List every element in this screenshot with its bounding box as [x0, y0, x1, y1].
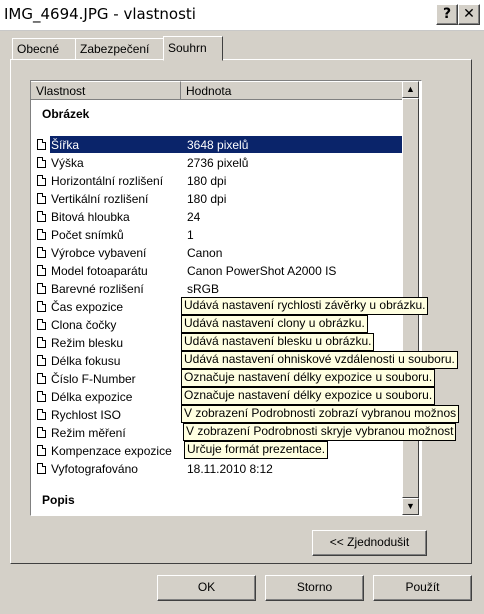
property-name: Kompenzace expozice: [51, 444, 172, 458]
apply-label: Použít: [405, 580, 440, 594]
list-row[interactable]: Horizontální rozlišení 180 dpi: [31, 172, 403, 190]
tooltip: Označuje nastavení délky expozice u soub…: [181, 387, 436, 405]
property-value: Canon: [187, 246, 223, 260]
tab-general[interactable]: Obecné: [12, 38, 80, 59]
property-icon: [37, 229, 46, 240]
tooltip: Určuje formát prezentace.: [184, 441, 329, 459]
property-icon: [37, 139, 46, 150]
column-header-value-label: Hodnota: [186, 84, 232, 98]
property-name: Barevné rozlišení: [51, 282, 144, 296]
property-icon: [37, 265, 46, 276]
ok-label: OK: [197, 580, 216, 594]
property-value: 18.11.2010 8:12: [187, 462, 273, 476]
tooltip: Udává nastavení blesku u obrázku.: [181, 333, 375, 351]
column-header-property-label: Vlastnost: [36, 84, 86, 98]
tab-general-label: Obecné: [17, 42, 60, 56]
property-value: 2736 pixelů: [187, 156, 249, 170]
property-value: 180 dpi: [187, 174, 227, 188]
property-icon: [37, 301, 46, 312]
property-name: Model fotoaparátu: [51, 264, 148, 278]
property-name: Číslo F-Number: [51, 372, 136, 386]
list-row[interactable]: Výška 2736 pixelů: [31, 154, 403, 172]
list-row[interactable]: Počet snímků 1: [31, 226, 403, 244]
property-icon: [37, 337, 46, 348]
simplify-label: << Zjednodušit: [329, 535, 410, 549]
help-button[interactable]: ?: [436, 4, 458, 25]
property-value: 180 dpi: [187, 192, 227, 206]
property-icon: [37, 157, 46, 168]
close-button[interactable]: ✕: [458, 4, 480, 25]
property-icon: [37, 445, 46, 456]
property-icon: [37, 247, 46, 258]
tooltip: Udává nastavení rychlosti závěrky u obrá…: [181, 297, 429, 315]
scroll-up-button[interactable]: ▲: [402, 81, 419, 98]
simplify-button[interactable]: << Zjednodušit: [312, 530, 427, 556]
tab-security[interactable]: Zabezpečení: [75, 38, 170, 59]
arrow-down-icon: ▼: [406, 501, 415, 511]
property-name: Šířka: [51, 138, 80, 152]
title-bar: IMG_4694.JPG - vlastnosti ? ✕: [0, 0, 484, 31]
tab-summary[interactable]: Souhrn: [163, 36, 223, 61]
tooltip: V zobrazení Podrobnosti zobrazí vybranou…: [181, 405, 460, 423]
tooltip: Označuje nastavení délky expozice u soub…: [181, 369, 436, 387]
property-name: Vyfotografováno: [51, 462, 138, 476]
cancel-label: Storno: [296, 580, 333, 594]
tooltip: V zobrazení Podrobnosti skryje vybranou …: [183, 423, 457, 441]
tab-security-label: Zabezpečení: [80, 42, 150, 56]
property-value: 24: [187, 210, 201, 224]
property-icon: [37, 211, 46, 222]
ok-button[interactable]: OK: [157, 575, 256, 601]
property-icon: [37, 427, 46, 438]
arrow-up-icon: ▲: [406, 84, 415, 94]
property-icon: [37, 319, 46, 330]
property-icon: [37, 391, 46, 402]
property-name: Bitová hloubka: [51, 210, 130, 224]
column-header-value[interactable]: Hodnota: [181, 81, 403, 100]
close-icon: ✕: [463, 6, 475, 22]
help-icon: ?: [442, 6, 452, 22]
list-row[interactable]: Bitová hloubka 24: [31, 208, 403, 226]
list-row[interactable]: Model fotoaparátu Canon PowerShot A2000 I…: [31, 262, 403, 280]
list-row[interactable]: Barevné rozlišení sRGB: [31, 280, 403, 298]
window-title: IMG_4694.JPG - vlastnosti: [4, 5, 196, 23]
scroll-down-button[interactable]: ▼: [402, 498, 419, 515]
list-row[interactable]: Vertikální rozlišení 180 dpi: [31, 190, 403, 208]
property-name: Délka expozice: [51, 390, 133, 404]
tooltip: Udává nastavení ohniskové vzdálenosti u …: [181, 351, 458, 369]
list-row[interactable]: Šířka 3648 pixelů: [31, 136, 404, 154]
property-icon: [37, 409, 46, 420]
property-value: Canon PowerShot A2000 IS: [187, 264, 337, 278]
property-icon: [37, 175, 46, 186]
property-name: Horizontální rozlišení: [51, 174, 164, 188]
property-icon: [37, 373, 46, 384]
list-row[interactable]: Vyfotografováno 18.11.2010 8:12: [31, 460, 403, 478]
group-header-image[interactable]: Obrázek: [42, 107, 89, 121]
property-value: 3648 pixelů: [187, 138, 249, 152]
property-name: Vertikální rozlišení: [51, 192, 149, 206]
property-icon: [37, 355, 46, 366]
property-name: Čas expozice: [51, 300, 124, 314]
property-name: Výška: [51, 156, 84, 170]
property-value: sRGB: [187, 282, 220, 296]
cancel-button[interactable]: Storno: [265, 575, 364, 601]
property-name: Rychlost ISO: [51, 408, 122, 422]
apply-button[interactable]: Použít: [373, 575, 472, 601]
group-header-description[interactable]: Popis: [42, 493, 75, 507]
list-row[interactable]: Výrobce vybavení Canon: [31, 244, 403, 262]
tooltip: Udává nastavení clony u obrázku.: [181, 315, 368, 333]
property-icon: [37, 463, 46, 474]
property-icon: [37, 283, 46, 294]
property-name: Režim měření: [51, 426, 126, 440]
property-value: 1: [187, 228, 194, 242]
column-header-property[interactable]: Vlastnost: [31, 81, 181, 100]
property-name: Výrobce vybavení: [51, 246, 147, 260]
property-name: Délka fokusu: [51, 354, 121, 368]
property-icon: [37, 193, 46, 204]
property-name: Clona čočky: [51, 318, 117, 332]
tab-summary-label: Souhrn: [168, 41, 207, 55]
property-name: Počet snímků: [51, 228, 124, 242]
property-name: Režim blesku: [51, 336, 124, 350]
